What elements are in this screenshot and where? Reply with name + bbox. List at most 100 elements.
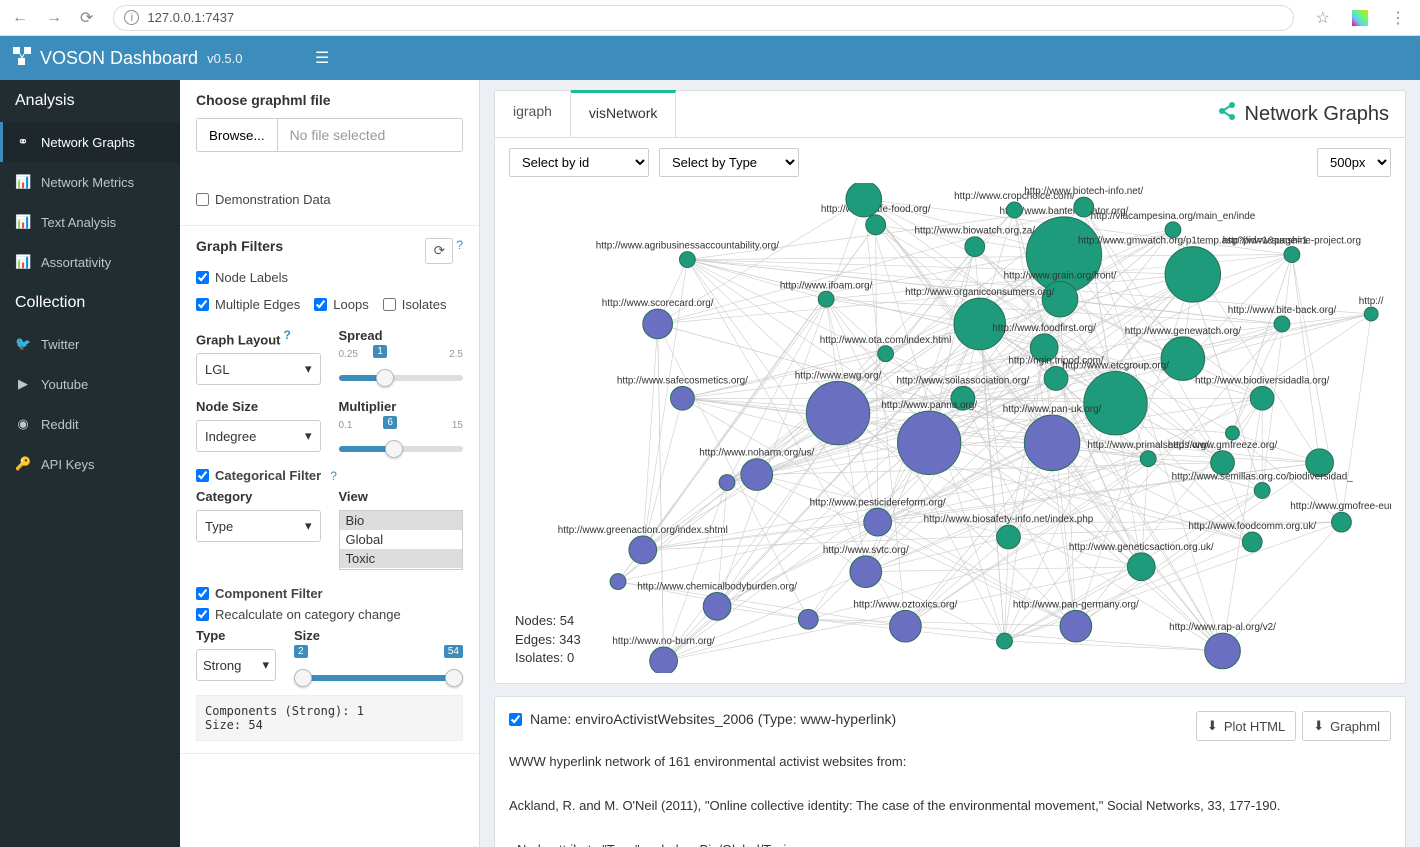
url-input[interactable] (147, 10, 1282, 25)
help-icon[interactable]: ? (330, 469, 337, 483)
sidebar-item-youtube[interactable]: ▶Youtube (0, 364, 180, 404)
graph-filters-heading: Graph Filters (196, 238, 283, 254)
svg-text:http://www.grain.org/front/: http://www.grain.org/front/ (1004, 270, 1117, 281)
profile-icon[interactable] (1352, 10, 1368, 26)
svg-text:http://www.gmfreeze.org/: http://www.gmfreeze.org/ (1168, 440, 1278, 451)
app-name: VOSON Dashboard (40, 48, 198, 69)
svg-text:http://www.gmofree-eur: http://www.gmofree-eur (1290, 501, 1391, 512)
help-icon[interactable]: ? (456, 238, 463, 252)
refresh-button[interactable]: ⟳ (425, 238, 453, 264)
svg-text:http://www.ewg.org/: http://www.ewg.org/ (795, 370, 882, 381)
svg-text:http://www.safecosmetics.org/: http://www.safecosmetics.org/ (617, 375, 748, 386)
svg-text:http://www.cropchoice.com/: http://www.cropchoice.com/ (954, 191, 1075, 202)
svg-text:http://www.pan-germany.org/: http://www.pan-germany.org/ (1013, 599, 1139, 610)
tab-visnetwork[interactable]: visNetwork (571, 90, 676, 137)
sidebar-item-reddit[interactable]: ◉Reddit (0, 404, 180, 444)
logo-icon (12, 46, 32, 71)
share-icon: ⚭ (15, 134, 31, 150)
view-listbox[interactable]: Bio Global Toxic (339, 510, 464, 570)
svg-text:http://: http:// (1359, 296, 1384, 307)
loops-checkbox[interactable]: Loops (314, 297, 368, 312)
graph-panel: igraph visNetwork Network Graphs Select … (494, 90, 1406, 684)
dataset-description: WWW hyperlink network of 161 environment… (509, 751, 1391, 847)
svg-text:http://www.ota.com/index.html: http://www.ota.com/index.html (820, 335, 952, 346)
dataset-name-checkbox[interactable]: Name: enviroActivistWebsites_2006 (Type:… (509, 711, 896, 727)
file-name-display: No file selected (278, 119, 462, 151)
svg-text:http://www.biosafety-info.net/: http://www.biosafety-info.net/index.php (924, 514, 1094, 525)
svg-text:http://www.greenaction.org/ind: http://www.greenaction.org/index.shtml (558, 525, 728, 536)
list-item[interactable]: Bio (340, 511, 463, 530)
chart-icon: 📊 (15, 174, 31, 190)
svg-text:http://www.pan-uk.org/: http://www.pan-uk.org/ (1003, 404, 1102, 415)
layout-select[interactable]: LGL▾ (196, 353, 321, 385)
chevron-down-icon: ▾ (305, 361, 312, 377)
list-item[interactable]: Toxic (340, 549, 463, 568)
download-icon: ⬇ (1313, 718, 1324, 734)
app-header: VOSON Dashboard v0.5.0 ☰ (0, 36, 1420, 80)
select-by-id[interactable]: Select by id (509, 148, 649, 177)
sidebar-item-network-metrics[interactable]: 📊Network Metrics (0, 162, 180, 202)
multiple-edges-checkbox[interactable]: Multiple Edges (196, 297, 300, 312)
svg-text:http://www.foodcomm.org.uk/: http://www.foodcomm.org.uk/ (1188, 521, 1316, 532)
sidebar: Analysis ⚭Network Graphs 📊Network Metric… (0, 80, 180, 847)
categorical-filter-checkbox[interactable]: Categorical Filter? (196, 468, 463, 483)
component-output: Components (Strong): 1 Size: 54 (196, 695, 463, 741)
bookmark-star-icon[interactable]: ☆ (1310, 8, 1336, 28)
svg-text:http://www.bite-back.org/: http://www.bite-back.org/ (1228, 305, 1337, 316)
component-filter-checkbox[interactable]: Component Filter (196, 586, 463, 601)
nodesize-select[interactable]: Indegree▾ (196, 420, 321, 452)
svg-text:http://www.rap-al.org/v2/: http://www.rap-al.org/v2/ (1169, 622, 1276, 633)
file-picker: Browse... No file selected (196, 118, 463, 152)
select-by-type[interactable]: Select by Type (659, 148, 799, 177)
browser-chrome: ← → ⟳ i ☆ ⋮ (0, 0, 1420, 36)
chevron-down-icon: ▾ (305, 428, 312, 444)
isolates-checkbox[interactable]: Isolates (383, 297, 447, 312)
choose-file-heading: Choose graphml file (196, 92, 463, 108)
sidebar-section-collection: Collection (0, 282, 180, 324)
svg-text:http://www.organicconsumers.or: http://www.organicconsumers.org/ (905, 287, 1054, 298)
url-bar[interactable]: i (113, 5, 1293, 31)
sidebar-item-assortativity[interactable]: 📊Assortativity (0, 242, 180, 282)
help-icon[interactable]: ? (284, 328, 291, 342)
svg-text:http://www.gmwatch.org/p1temp.: http://www.gmwatch.org/p1temp.asp?pid=1&… (1078, 236, 1308, 247)
forward-icon[interactable]: → (42, 9, 66, 27)
back-icon[interactable]: ← (8, 9, 32, 27)
chart-icon: 📊 (15, 254, 31, 270)
controls-panel: Choose graphml file Browse... No file se… (180, 80, 480, 847)
node-labels-checkbox[interactable]: Node Labels (196, 270, 463, 285)
size-slider[interactable]: 2 54 (294, 649, 463, 681)
spread-slider[interactable]: 0.252.5 1 (339, 349, 464, 381)
svg-text:http://www.etcgroup.org/: http://www.etcgroup.org/ (1062, 361, 1169, 372)
svg-text:http://www.soilassociation.org: http://www.soilassociation.org/ (897, 375, 1030, 386)
svg-text:http://www.noharm.org/us/: http://www.noharm.org/us/ (699, 448, 814, 459)
sidebar-item-twitter[interactable]: 🐦Twitter (0, 324, 180, 364)
reload-icon[interactable]: ⟳ (76, 8, 97, 28)
more-icon[interactable]: ⋮ (1384, 8, 1412, 28)
plot-html-button[interactable]: ⬇Plot HTML (1196, 711, 1296, 741)
svg-text:http://www.agribusinessaccount: http://www.agribusinessaccountability.or… (596, 241, 779, 252)
main-content: igraph visNetwork Network Graphs Select … (480, 80, 1420, 847)
menu-toggle-icon[interactable]: ☰ (297, 48, 347, 68)
svg-text:http://www.chemicalbodyburden.: http://www.chemicalbodyburden.org/ (637, 582, 797, 593)
sidebar-item-network-graphs[interactable]: ⚭Network Graphs (0, 122, 180, 162)
browse-button[interactable]: Browse... (197, 119, 278, 151)
key-icon: 🔑 (15, 456, 31, 472)
multiplier-slider[interactable]: 0.115 6 (339, 420, 464, 452)
category-select[interactable]: Type▾ (196, 510, 321, 542)
svg-text:http://www.svtc.org/: http://www.svtc.org/ (823, 545, 909, 556)
demo-data-checkbox[interactable]: Demonstration Data (196, 192, 463, 207)
sidebar-item-text-analysis[interactable]: 📊Text Analysis (0, 202, 180, 242)
info-icon: i (124, 10, 139, 25)
sidebar-item-api-keys[interactable]: 🔑API Keys (0, 444, 180, 484)
app-version: v0.5.0 (207, 51, 242, 66)
type-select[interactable]: Strong▾ (196, 649, 276, 681)
network-graph[interactable]: http://www.banterminator.org/http://www.… (509, 183, 1391, 673)
svg-text:http://www.scorecard.org/: http://www.scorecard.org/ (602, 298, 714, 309)
select-height[interactable]: 500px (1317, 148, 1391, 177)
list-item[interactable]: Global (340, 530, 463, 549)
chevron-down-icon: ▾ (262, 657, 269, 673)
tab-igraph[interactable]: igraph (495, 91, 571, 137)
graphml-button[interactable]: ⬇Graphml (1302, 711, 1391, 741)
recalculate-checkbox[interactable]: Recalculate on category change (196, 607, 463, 622)
svg-text:http://viacampesina.org/main_e: http://viacampesina.org/main_en/inde (1091, 211, 1256, 222)
